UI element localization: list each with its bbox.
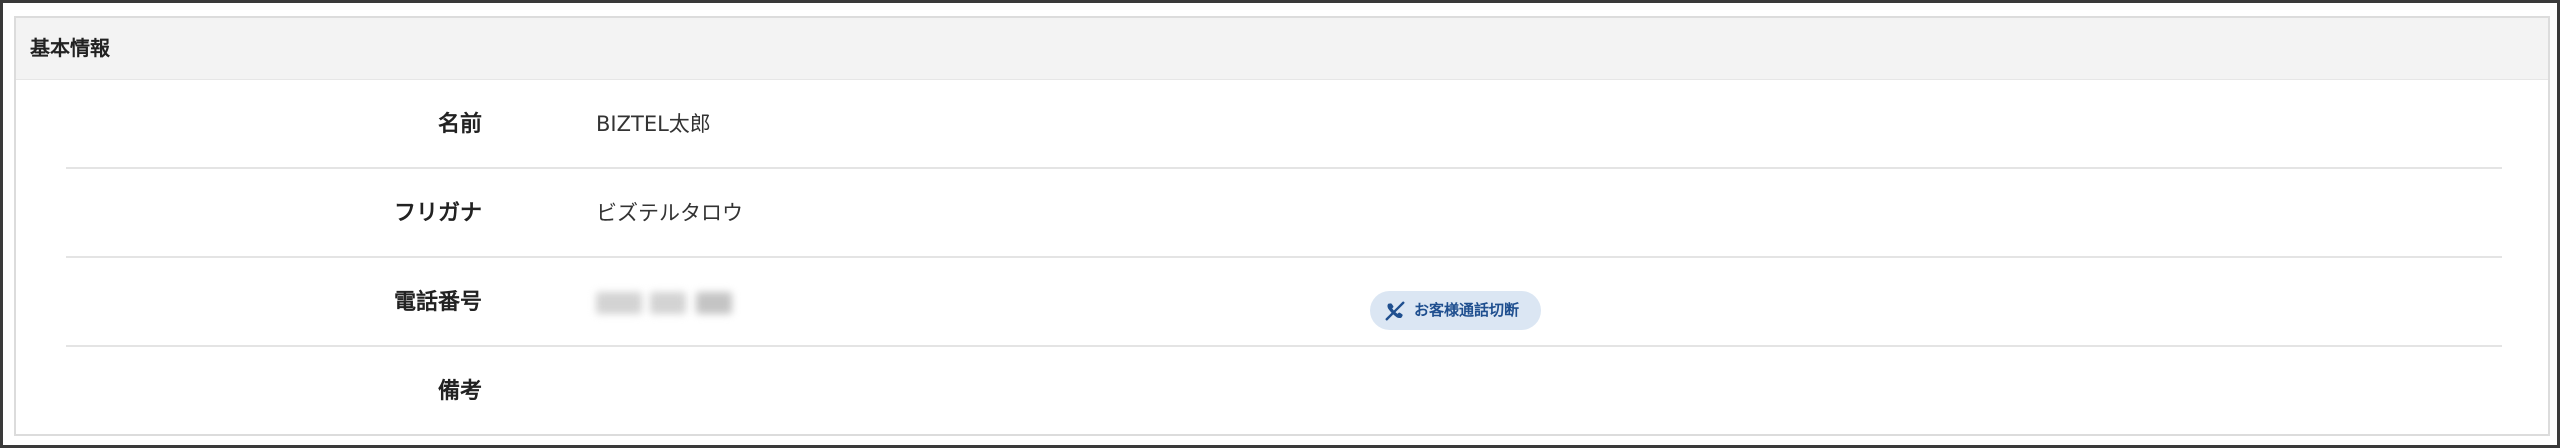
notes-label: 備考 [437, 379, 482, 404]
furigana-value: ビズテルタロウ [596, 201, 743, 225]
window-frame: 基本情報 名前 BIZTEL太郎 フリガナ ビズテルタロウ 電話番号 お客様通話… [0, 0, 2560, 448]
panel-header: 基本情報 [16, 18, 2548, 80]
basic-info-panel: 基本情報 名前 BIZTEL太郎 フリガナ ビズテルタロウ 電話番号 お客様通話… [14, 16, 2550, 436]
furigana-label: フリガナ [393, 201, 482, 226]
phone-value-redacted [592, 286, 736, 320]
hangup-button-label: お客様通話切断 [1414, 301, 1520, 319]
name-value: BIZTEL太郎 [596, 112, 711, 136]
notes-row: 備考 [66, 347, 2502, 436]
name-row: 名前 BIZTEL太郎 [66, 80, 2502, 169]
phone-hangup-icon [1385, 301, 1405, 321]
name-label: 名前 [437, 112, 482, 137]
panel-title: 基本情報 [30, 36, 110, 60]
furigana-row: フリガナ ビズテルタロウ [66, 169, 2502, 258]
phone-row: 電話番号 お客様通話切断 [66, 258, 2502, 347]
customer-hangup-button[interactable]: お客様通話切断 [1370, 291, 1541, 330]
phone-label: 電話番号 [393, 290, 482, 315]
